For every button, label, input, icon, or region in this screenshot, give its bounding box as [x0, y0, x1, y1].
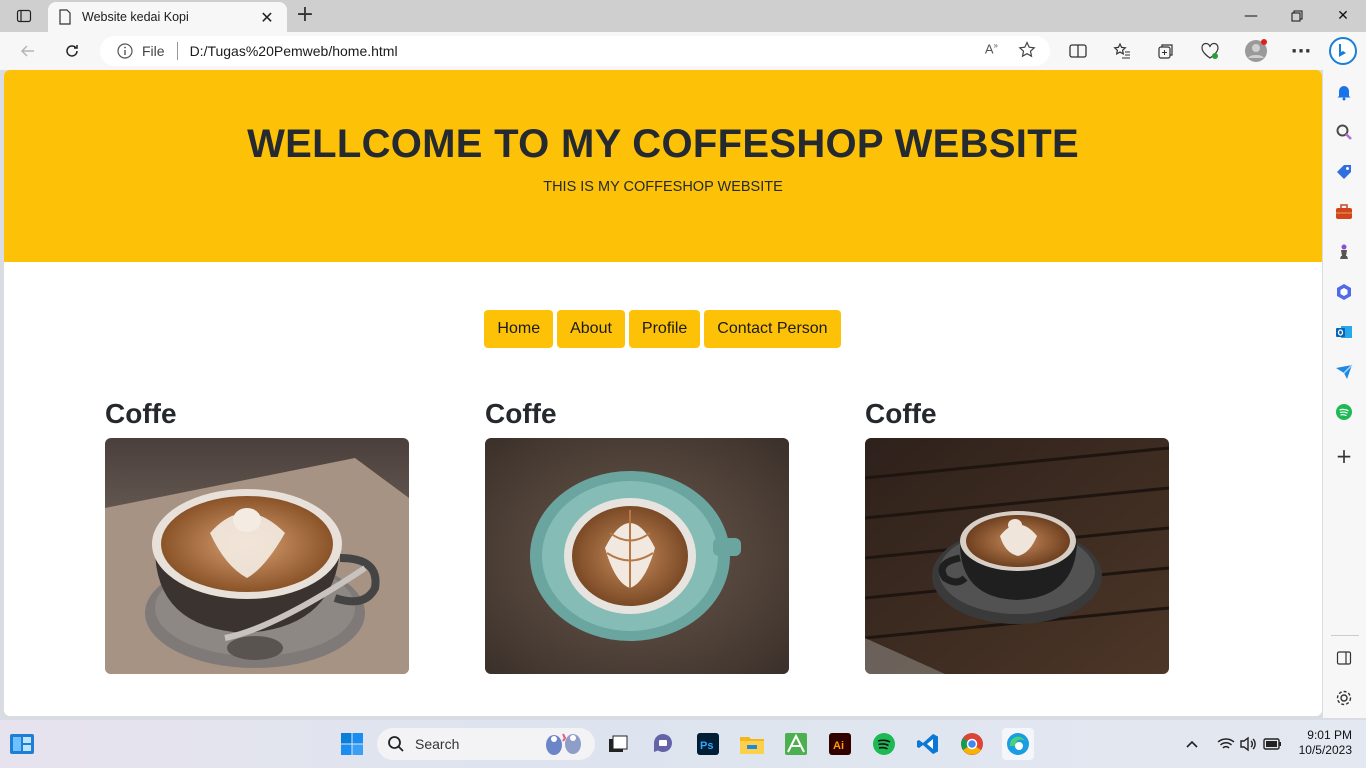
- spotify-icon[interactable]: [1334, 402, 1354, 422]
- read-aloud-icon[interactable]: A»: [985, 41, 998, 64]
- search-highlight-icon: [539, 730, 589, 759]
- start-windows-icon[interactable]: [338, 730, 366, 758]
- nav-about[interactable]: About: [557, 310, 625, 348]
- address-scheme: File: [142, 43, 165, 59]
- svg-text:Ai: Ai: [833, 740, 844, 752]
- address-bar[interactable]: File D:/Tugas%20Pemweb/home.html A»: [100, 36, 1050, 66]
- shopping-tag-icon[interactable]: [1334, 162, 1354, 182]
- nav-profile[interactable]: Profile: [628, 310, 701, 348]
- widgets-icon[interactable]: [8, 730, 36, 758]
- chat-icon[interactable]: [649, 730, 677, 758]
- sidebar-divider: [1331, 635, 1359, 636]
- coffee-cards: Coffe Coffe Coffe: [105, 398, 1169, 674]
- page-icon: [59, 9, 71, 25]
- restore-button[interactable]: [1274, 0, 1320, 32]
- games-chess-icon[interactable]: [1334, 242, 1354, 262]
- address-separator: [176, 42, 178, 60]
- illustrator-icon[interactable]: Ai: [826, 730, 854, 758]
- edge-taskbar-icon[interactable]: [1002, 728, 1034, 760]
- search-icon[interactable]: [1334, 122, 1354, 142]
- outlook-icon[interactable]: [1334, 322, 1354, 342]
- add-sidebar-app-icon[interactable]: +: [1334, 444, 1354, 468]
- coffee-card: Coffe: [485, 398, 789, 674]
- edge-sidebar: +: [1323, 70, 1366, 718]
- nav-contact-person[interactable]: Contact Person: [704, 310, 841, 348]
- favorites-button[interactable]: [1108, 38, 1136, 64]
- heart-pulse-icon: [1201, 42, 1219, 59]
- hero-banner: WELLCOME TO MY COFFESHOP WEBSITE THIS IS…: [4, 70, 1322, 262]
- coffee-image-latte-tray: [105, 438, 409, 674]
- bing-icon: [1329, 37, 1357, 65]
- nav-home[interactable]: Home: [484, 310, 554, 348]
- split-screen-icon: [1069, 44, 1087, 58]
- task-view-icon[interactable]: [604, 730, 632, 758]
- card-title: Coffe: [865, 398, 937, 429]
- hero-title: WELLCOME TO MY COFFESHOP WEBSITE: [247, 122, 1079, 166]
- photoshop-icon[interactable]: Ps: [694, 730, 722, 758]
- new-tab-button[interactable]: +: [292, 4, 318, 28]
- search-placeholder: Search: [415, 736, 460, 752]
- card-title: Coffe: [485, 398, 557, 429]
- profile-button[interactable]: [1242, 38, 1270, 64]
- settings-more-button[interactable]: ···: [1287, 38, 1315, 64]
- microsoft-365-icon[interactable]: [1334, 282, 1354, 302]
- address-url[interactable]: D:/Tugas%20Pemweb/home.html: [190, 43, 398, 59]
- browser-essentials-button[interactable]: [1196, 38, 1224, 64]
- collections-button[interactable]: [1152, 38, 1180, 64]
- avatar-icon: [1245, 39, 1267, 62]
- tab-close-icon[interactable]: ✕: [257, 8, 277, 27]
- clock-date: 10/5/2023: [1298, 743, 1352, 757]
- favorites-icon: [1113, 42, 1130, 59]
- hide-sidebar-icon[interactable]: [1334, 648, 1354, 668]
- favorite-star-icon[interactable]: [1018, 41, 1036, 64]
- restore-icon: [1291, 10, 1303, 22]
- back-arrow-icon: [20, 45, 34, 57]
- coffee-image-latte-wood: [865, 438, 1169, 674]
- browser-tab-active[interactable]: Website kedai Kopi ✕: [48, 2, 287, 32]
- search-icon: [388, 736, 404, 752]
- minimize-button[interactable]: —: [1228, 0, 1274, 32]
- collections-icon: [1158, 44, 1173, 59]
- hero-subtitle: THIS IS MY COFFESHOP WEBSITE: [543, 179, 783, 195]
- info-icon[interactable]: [116, 42, 134, 60]
- browser-toolbar: File D:/Tugas%20Pemweb/home.html A» ···: [0, 32, 1366, 70]
- sidebar-settings-gear-icon[interactable]: [1334, 688, 1354, 708]
- file-explorer-icon[interactable]: [738, 730, 766, 758]
- clock-time: 9:01 PM: [1307, 728, 1352, 742]
- notifications-bell-icon[interactable]: [1334, 82, 1354, 102]
- close-window-button[interactable]: ✕: [1320, 0, 1366, 32]
- main-nav: Home About Profile Contact Person: [4, 310, 1322, 348]
- page-viewport: WELLCOME TO MY COFFESHOP WEBSITE THIS IS…: [4, 70, 1322, 716]
- windows-taskbar: Search Ps Ai 9:01 PM 10/5/2023: [0, 720, 1366, 768]
- coffee-card: Coffe: [105, 398, 409, 674]
- card-title: Coffe: [105, 398, 177, 429]
- coffee-image-latte-teal: [485, 438, 789, 674]
- tray-overflow-chevron-icon[interactable]: [1178, 730, 1206, 758]
- tab-actions-button[interactable]: [8, 4, 40, 28]
- vscode-icon[interactable]: [914, 730, 942, 758]
- send-paper-plane-icon[interactable]: [1334, 362, 1354, 382]
- split-screen-button[interactable]: [1064, 38, 1092, 64]
- spotify-taskbar-icon[interactable]: [870, 730, 898, 758]
- chrome-icon[interactable]: [958, 730, 986, 758]
- tools-briefcase-icon[interactable]: [1334, 202, 1354, 222]
- bing-copilot-button[interactable]: [1328, 36, 1358, 66]
- taskbar-search-input[interactable]: Search: [377, 728, 595, 760]
- refresh-button[interactable]: [58, 38, 86, 64]
- browser-titlebar: Website kedai Kopi ✕ + — ✕: [0, 0, 1366, 32]
- back-button[interactable]: [14, 38, 42, 64]
- coffee-card: Coffe: [865, 398, 1169, 674]
- tab-actions-icon: [16, 9, 32, 23]
- refresh-icon: [66, 45, 78, 57]
- svg-text:Ps: Ps: [700, 740, 713, 752]
- mindmap-app-icon[interactable]: [782, 730, 810, 758]
- clock[interactable]: 9:01 PM 10/5/2023: [1299, 728, 1352, 758]
- battery-icon[interactable]: [1258, 730, 1286, 758]
- tab-title: Website kedai Kopi: [82, 10, 189, 24]
